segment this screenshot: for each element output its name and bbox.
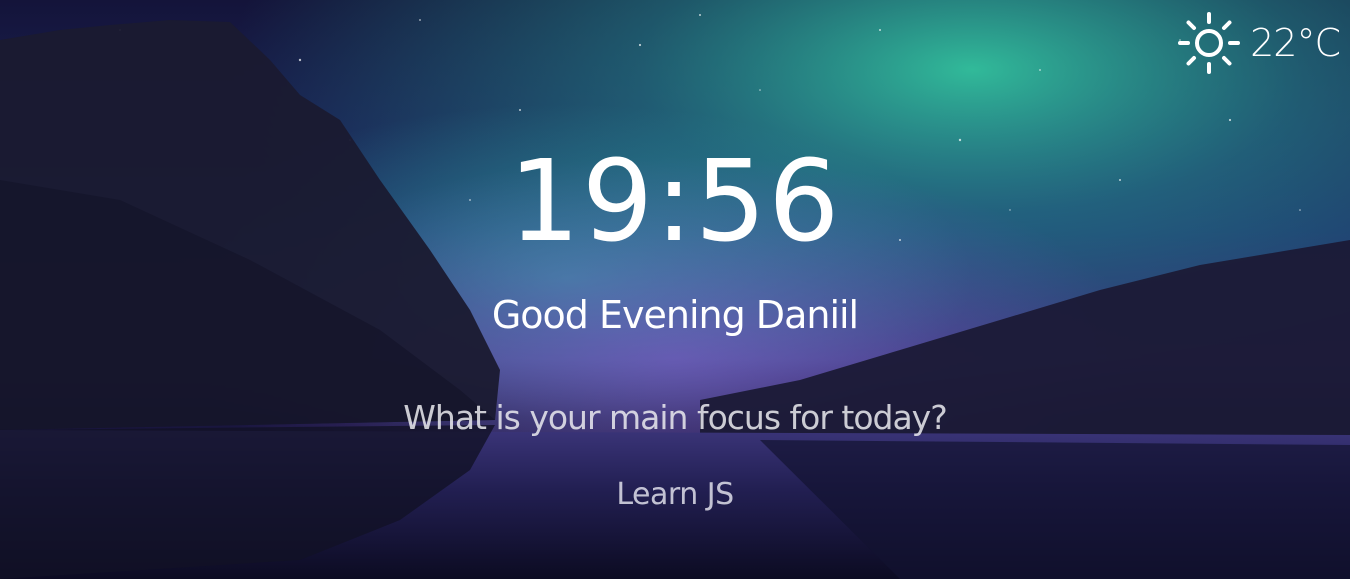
weather-widget[interactable]: 22°C: [1174, 8, 1341, 78]
focus-input[interactable]: [450, 470, 900, 518]
greeting-text[interactable]: Good Evening Daniil: [0, 289, 1350, 341]
temperature-label: 22°C: [1250, 21, 1341, 65]
clock-time: 19:56: [508, 137, 842, 267]
sun-icon: [1178, 12, 1241, 74]
momentum-dashboard: 22°C 19:56 Good Evening Daniil What is y…: [0, 0, 1350, 579]
focus-question: What is your main focus for today?: [403, 398, 947, 437]
